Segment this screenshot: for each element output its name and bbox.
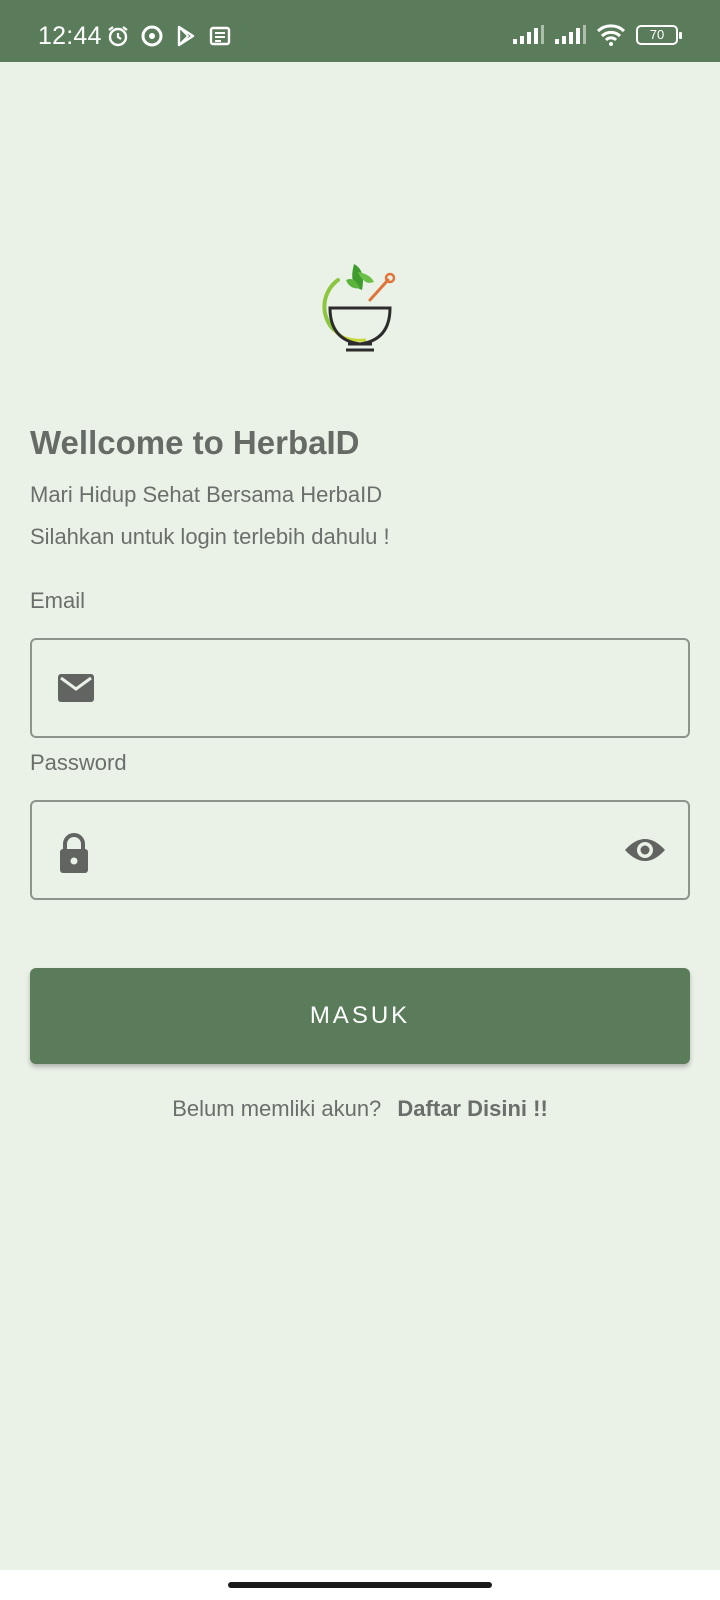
status-time: 12:44 xyxy=(38,22,102,50)
circle-app-icon xyxy=(141,25,163,47)
subtitle-line-2: Silahkan untuk login terlebih dahulu ! xyxy=(30,524,390,549)
signal-icon xyxy=(555,25,586,44)
masuk-button[interactable]: MASUK xyxy=(30,968,690,1064)
status-left-icons xyxy=(106,24,232,48)
status-right-icons: 70 xyxy=(512,24,682,46)
alarm-icon xyxy=(108,26,128,47)
page-title: Wellcome to HerbaID xyxy=(30,424,360,461)
subtitle-line-1: Mari Hidup Sehat Bersama HerbaID xyxy=(30,482,383,507)
lock-icon xyxy=(60,833,88,873)
email-input[interactable] xyxy=(122,640,602,736)
eye-icon[interactable] xyxy=(624,836,666,864)
wifi-icon xyxy=(596,24,626,46)
signal-icon xyxy=(513,25,544,44)
password-label: Password xyxy=(30,750,127,775)
mail-icon xyxy=(58,674,94,702)
password-input[interactable] xyxy=(122,802,602,898)
email-label: Email xyxy=(30,588,86,613)
status-bar: 12:44 70 xyxy=(0,0,720,62)
nav-bar xyxy=(0,1570,720,1600)
battery-icon: 70 xyxy=(636,25,682,45)
play-store-icon xyxy=(177,25,195,47)
news-icon xyxy=(209,26,231,46)
herbaid-logo xyxy=(322,264,396,352)
register-prompt: Belum memliki akun? xyxy=(172,1096,382,1121)
password-field-box xyxy=(30,800,690,900)
email-field-box xyxy=(30,638,690,738)
register-link[interactable]: Daftar Disini !! xyxy=(397,1096,547,1121)
register-row: Belum memliki akun? Daftar Disini !! xyxy=(0,1096,720,1122)
home-indicator[interactable] xyxy=(228,1582,492,1588)
